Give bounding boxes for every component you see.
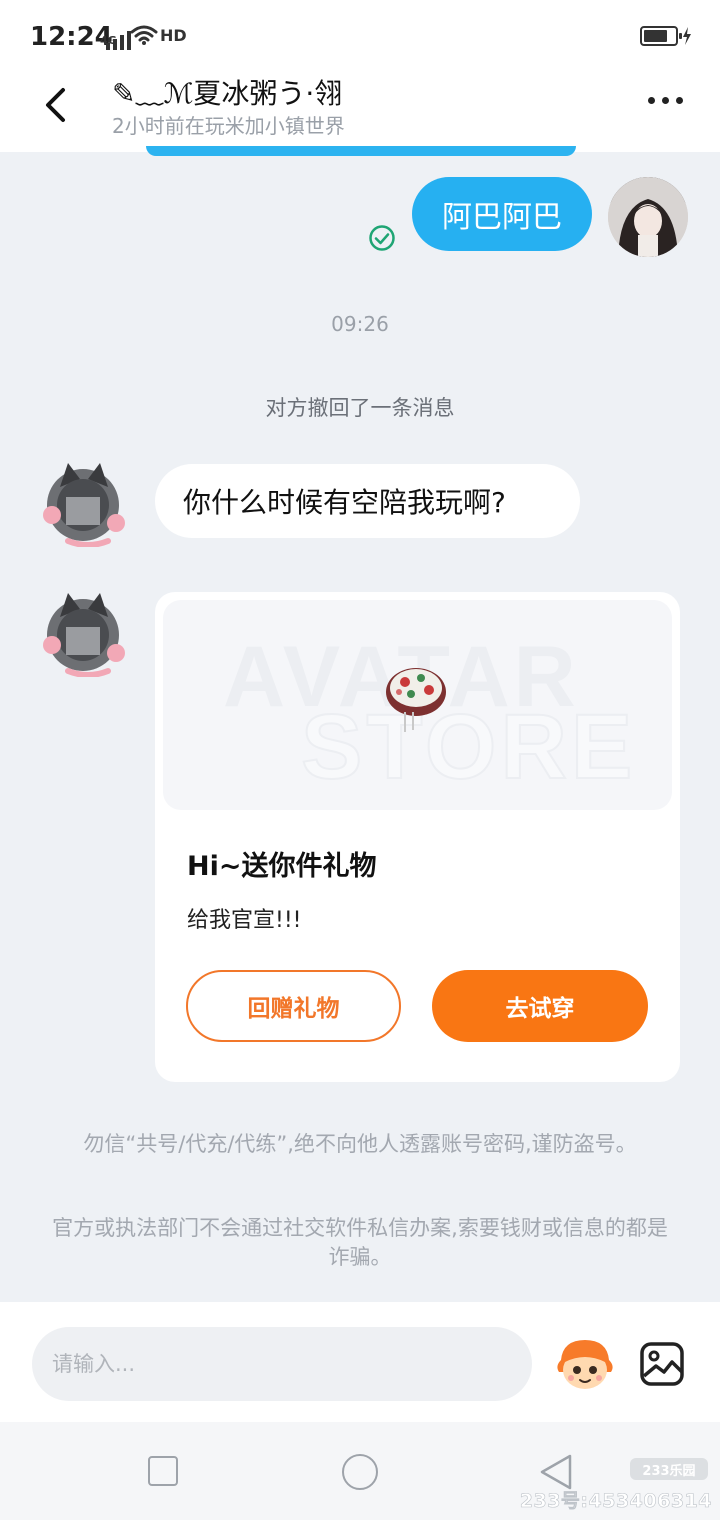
contact-name[interactable]: ✎﹏ℳ夏冰粥う·翎 xyxy=(112,72,342,112)
image-icon xyxy=(640,1342,684,1386)
gift-card[interactable]: AVATAR STORE Hi~送你件礼物 给我官宣!!! 回赠礼物 去试穿 xyxy=(155,592,680,1082)
message-input[interactable] xyxy=(32,1327,532,1401)
contact-avatar[interactable] xyxy=(38,587,128,678)
home-button[interactable] xyxy=(342,1454,378,1490)
battery-icon xyxy=(640,26,682,46)
contact-status: 2小时前在玩米加小镇世界 xyxy=(112,114,345,138)
dot-icon xyxy=(675,96,683,104)
more-options-button[interactable] xyxy=(640,90,690,110)
banner-watermark-text: STORE xyxy=(300,695,637,799)
back-button[interactable] xyxy=(30,80,80,130)
contact-avatar[interactable] xyxy=(38,457,128,548)
safety-notice: 勿信“共号/代充/代练”,绝不向他人透露账号密码,谨防盗号。 xyxy=(83,1132,637,1156)
cat-avatar-icon xyxy=(43,463,125,548)
cat-avatar-icon xyxy=(43,593,125,678)
hat-item-icon xyxy=(386,668,446,732)
chat-message-list[interactable]: 阿巴阿巴 09:26 对方撤回了一条消息 你什么时候有空陪我玩啊? STORE … xyxy=(0,146,720,1302)
chat-header: ✎﹏ℳ夏冰粥う·翎 2小时前在玩米加小镇世界 xyxy=(0,70,720,152)
try-on-button[interactable]: 去试穿 xyxy=(432,970,648,1042)
watermark-id: 233号:453406314 xyxy=(519,1490,712,1513)
received-message-bubble[interactable]: 你什么时候有空陪我玩啊? xyxy=(155,464,580,538)
wifi-icon xyxy=(130,25,158,45)
user-photo-icon xyxy=(608,177,688,257)
chevron-left-icon xyxy=(46,88,65,122)
system-nav-bar: 233乐园 233号:453406314 xyxy=(0,1422,720,1520)
recent-apps-button[interactable] xyxy=(148,1456,178,1486)
gift-message: 给我官宣!!! xyxy=(187,908,302,933)
safety-notice: 官方或执法部门不会通过社交软件私信办案,索要钱财或信息的都是诈骗。 xyxy=(52,1216,668,1269)
signal-bars-icon xyxy=(106,28,131,50)
hd-indicator: HD xyxy=(160,26,187,45)
received-message-text: 你什么时候有空陪我玩啊? xyxy=(183,486,506,519)
watermark-logo: 233乐园 xyxy=(630,1458,708,1480)
read-check-icon xyxy=(369,225,395,251)
my-avatar[interactable] xyxy=(608,177,688,257)
status-bar: 12:24 4G HD xyxy=(0,0,720,70)
sent-message-text: 阿巴阿巴 xyxy=(442,200,562,235)
sent-message-bubble[interactable]: 阿巴阿巴 xyxy=(412,177,592,251)
dot-icon xyxy=(661,96,669,104)
emoji-button[interactable] xyxy=(555,1336,615,1392)
return-gift-button[interactable]: 回赠礼物 xyxy=(186,970,401,1042)
recall-notice: 对方撤回了一条消息 xyxy=(265,396,455,420)
previous-message-bubble xyxy=(146,146,576,156)
gift-title: Hi~送你件礼物 xyxy=(187,851,377,882)
gift-banner: AVATAR STORE xyxy=(163,600,672,810)
input-bar xyxy=(0,1302,720,1422)
image-picker-button[interactable] xyxy=(638,1340,686,1388)
time-divider: 09:26 xyxy=(331,312,389,336)
dot-icon xyxy=(647,96,655,104)
charging-icon xyxy=(683,27,691,45)
mascot-emoji-icon xyxy=(557,1340,613,1389)
